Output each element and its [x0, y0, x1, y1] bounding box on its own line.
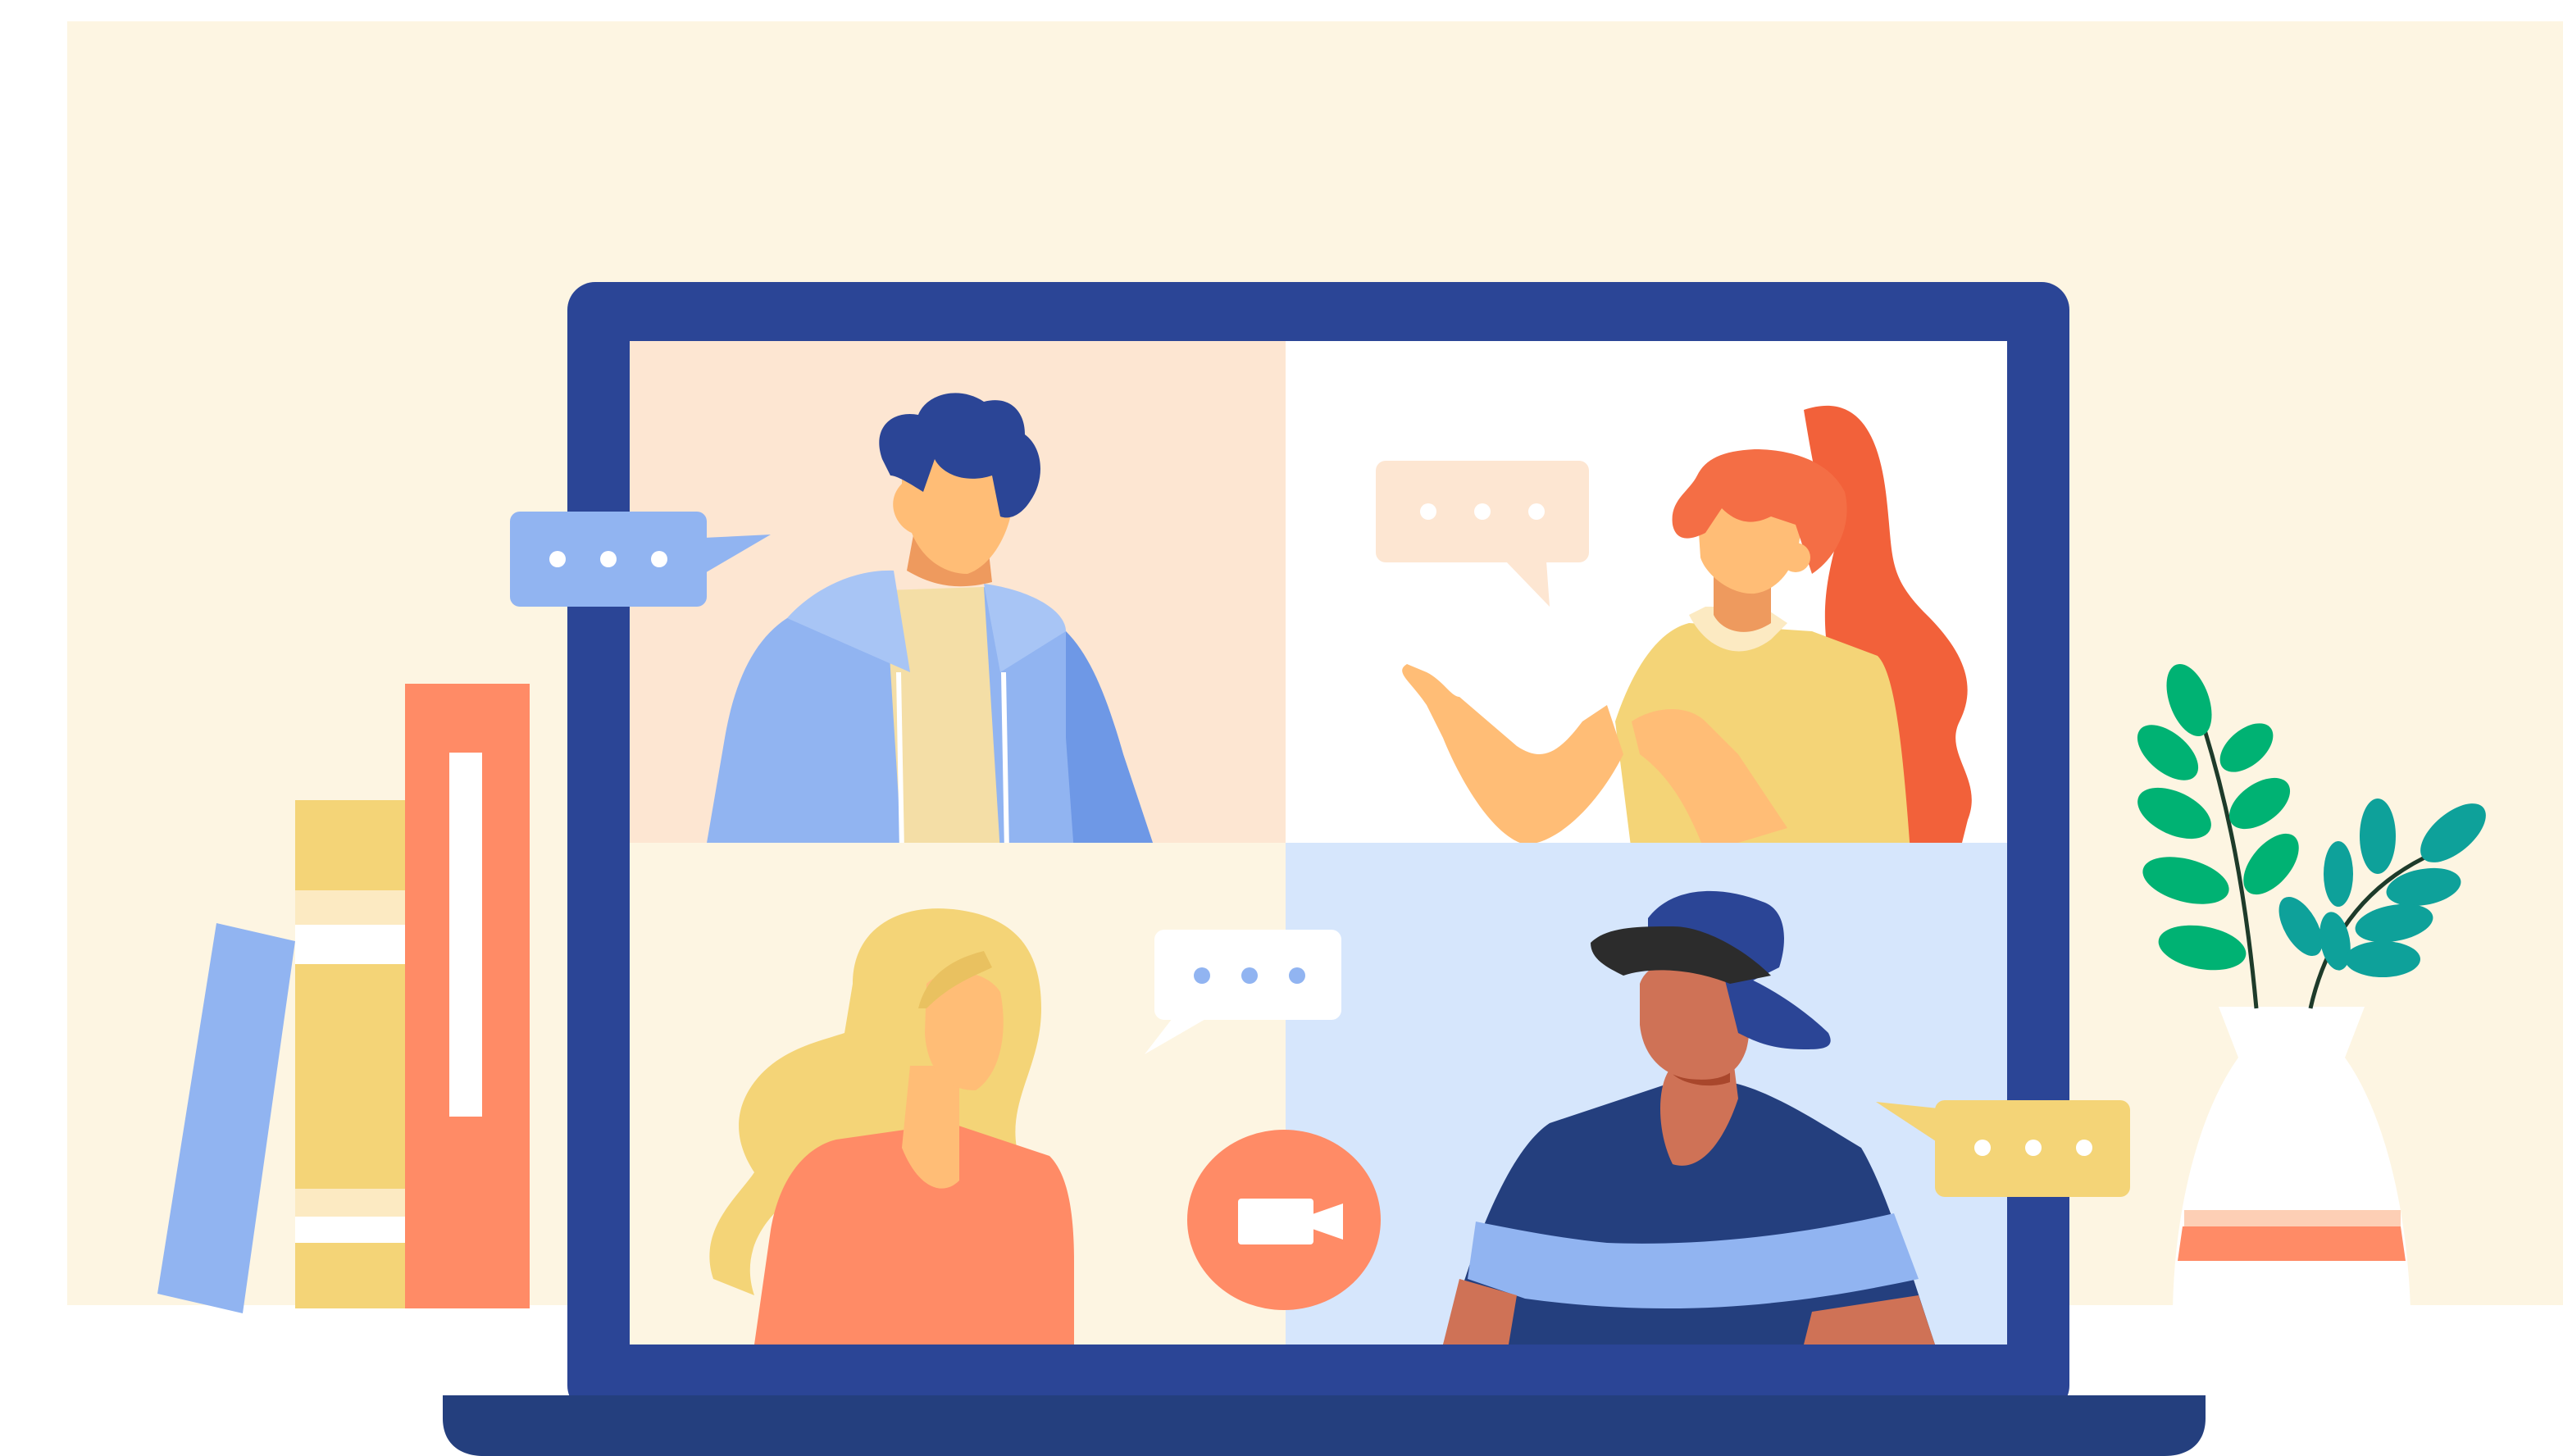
leaf [2345, 941, 2420, 977]
typing-dot [549, 551, 566, 567]
typing-dot [1474, 503, 1491, 520]
leaf [2360, 799, 2396, 874]
earring-ear [1781, 543, 1810, 572]
typing-dot [1974, 1140, 1991, 1156]
zipper [896, 671, 904, 843]
typing-dot [1194, 967, 1210, 984]
typing-dot [1420, 503, 1436, 520]
typing-dot [651, 551, 667, 567]
zipper [1001, 671, 1009, 843]
vase-stripe [2178, 1226, 2406, 1261]
typing-dot [1289, 967, 1305, 984]
typing-dot [1528, 503, 1545, 520]
typing-dot [1241, 967, 1258, 984]
typing-dot [600, 551, 617, 567]
leaf [2324, 841, 2353, 907]
typing-dot [2076, 1140, 2092, 1156]
book-yellow-band [295, 1189, 407, 1217]
video-call-button[interactable] [1187, 1130, 1381, 1310]
video-conference-illustration [0, 0, 2563, 1456]
vase-stripe [2184, 1210, 2401, 1226]
laptop-base [443, 1395, 2206, 1456]
book-yellow-band [295, 1217, 407, 1243]
book-yellow-band [295, 890, 407, 925]
book-yellow-band [295, 925, 407, 964]
book-orange-label [449, 753, 482, 1117]
typing-dot [2025, 1140, 2042, 1156]
